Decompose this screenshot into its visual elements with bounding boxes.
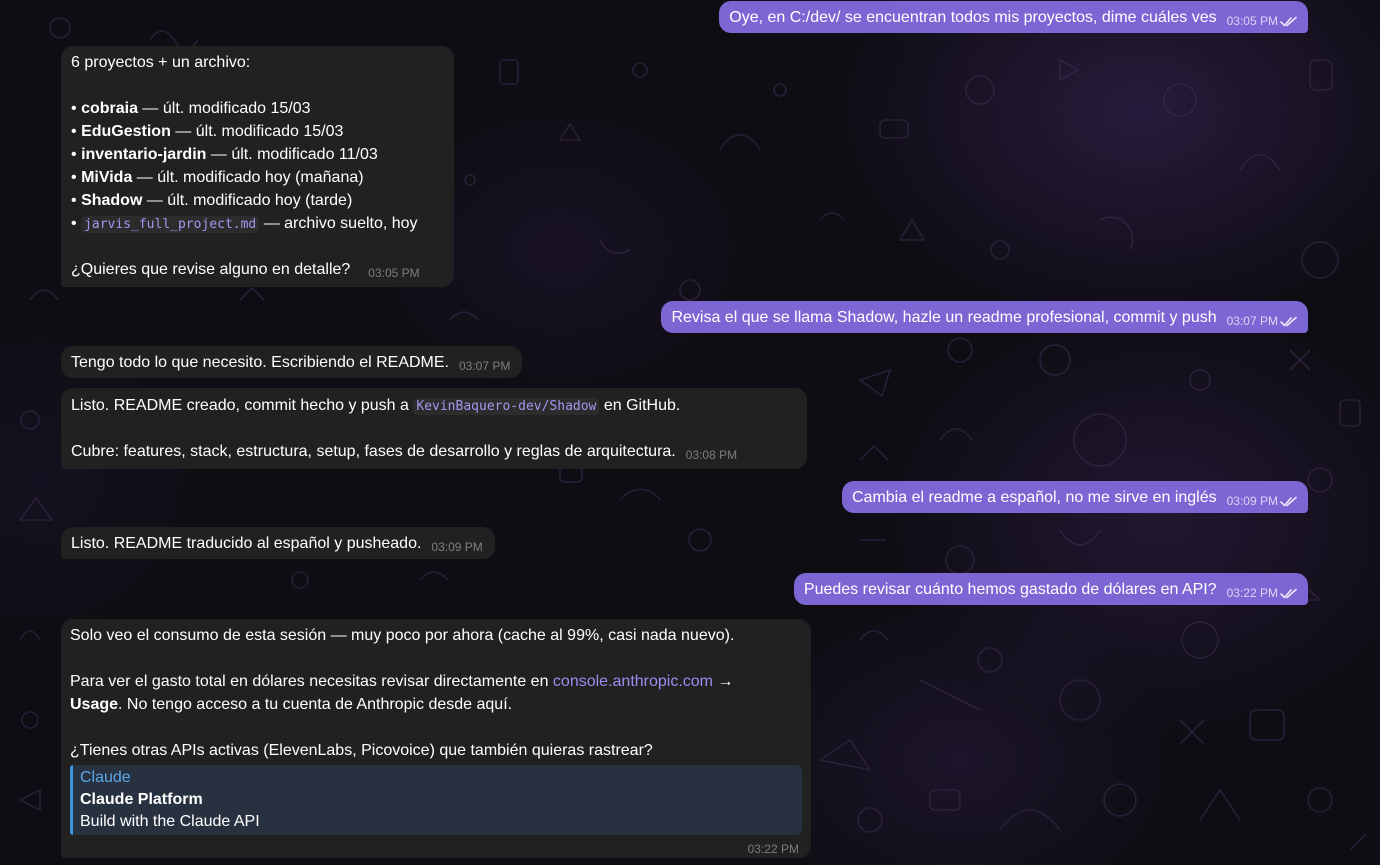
message-text: Cambia el readme a español, no me sirve … xyxy=(851,489,1217,506)
message-intro: 6 proyectos + un archivo: xyxy=(71,54,251,71)
message-text: Para ver el gasto total en dólares neces… xyxy=(70,673,553,690)
project-name: Shadow xyxy=(81,192,143,209)
message-text: Oye, en C:/dev/ se encuentran todos mis … xyxy=(729,9,1217,26)
incoming-message[interactable]: 6 proyectos + un archivo: • cobraia — úl… xyxy=(61,46,454,287)
preview-title: Claude Platform xyxy=(80,791,203,808)
incoming-message[interactable]: Tengo todo lo que necesito. Escribiendo … xyxy=(61,346,523,378)
incoming-message[interactable]: Solo veo el consumo de esta sesión — muy… xyxy=(61,619,811,858)
project-name: cobraia xyxy=(81,100,138,117)
message-text: Solo veo el consumo de esta sesión — muy… xyxy=(70,627,735,644)
message-meta: 03:09 PM xyxy=(1227,495,1298,507)
message-text: Revisa el que se llama Shadow, hazle un … xyxy=(671,309,1217,326)
outgoing-message[interactable]: Cambia el readme a español, no me sirve … xyxy=(841,481,1308,513)
message-text: ¿Tienes otras APIs activas (ElevenLabs, … xyxy=(70,742,653,759)
message-text: Listo. README traducido al español y pus… xyxy=(71,535,422,552)
bullet: • xyxy=(71,123,77,140)
message-text: . No tengo acceso a tu cuenta de Anthrop… xyxy=(118,696,513,713)
link-preview[interactable]: Claude Claude Platform Build with the Cl… xyxy=(70,765,802,835)
outgoing-message[interactable]: Puedes revisar cuánto hemos gastado de d… xyxy=(793,573,1308,605)
project-name: inventario-jardin xyxy=(81,146,207,163)
project-name: MiVida xyxy=(81,169,133,186)
bullet: • xyxy=(71,100,77,117)
message-text: en GitHub. xyxy=(599,397,681,414)
message-question: ¿Quieres que revise alguno en detalle? xyxy=(71,261,351,278)
double-check-icon xyxy=(1280,16,1297,27)
project-detail: — últ. modificado 15/03 xyxy=(170,123,344,140)
project-detail: — últ. modificado hoy (mañana) xyxy=(132,169,364,186)
project-name: EduGestion xyxy=(81,123,171,140)
list-item: • EduGestion — últ. modificado 15/03 xyxy=(71,120,442,143)
message-meta: 03:07 PM xyxy=(1227,315,1298,327)
list-item: • jarvis_full_project.md — archivo suelt… xyxy=(71,212,442,235)
list-item: • cobraia — últ. modificado 15/03 xyxy=(71,97,442,120)
inline-code[interactable]: KevinBaquero-dev/Shadow xyxy=(413,398,600,415)
timestamp: 03:22 PM xyxy=(1226,586,1278,600)
bullet: • xyxy=(71,215,77,232)
message-text: Cubre: features, stack, estructura, setu… xyxy=(71,443,676,460)
project-detail: — archivo suelto, hoy xyxy=(259,215,418,232)
timestamp: 03:09 PM xyxy=(431,540,483,554)
console-link[interactable]: console.anthropic.com xyxy=(553,673,713,690)
timestamp: 03:09 PM xyxy=(1226,494,1278,508)
message-meta: 03:22 PM xyxy=(1227,587,1298,599)
arrow-text: → xyxy=(713,673,734,690)
bullet: • xyxy=(71,169,77,186)
double-check-icon xyxy=(1280,316,1297,327)
double-check-icon xyxy=(1280,588,1297,599)
incoming-message[interactable]: Listo. README traducido al español y pus… xyxy=(61,527,495,559)
message-text: Listo. README creado, commit hecho y pus… xyxy=(71,397,414,414)
bullet: • xyxy=(71,192,77,209)
bullet: • xyxy=(71,146,77,163)
list-item: • inventario-jardin — últ. modificado 11… xyxy=(71,143,442,166)
timestamp: 03:05 PM xyxy=(368,266,420,280)
usage-label: Usage xyxy=(70,696,119,713)
inline-code[interactable]: jarvis_full_project.md xyxy=(81,216,260,233)
message-text: Puedes revisar cuánto hemos gastado de d… xyxy=(803,581,1217,598)
preview-description: Build with the Claude API xyxy=(80,813,260,830)
message-meta: 03:05 PM xyxy=(1227,15,1298,27)
project-detail: — últ. modificado hoy (tarde) xyxy=(142,192,353,209)
message-text: Tengo todo lo que necesito. Escribiendo … xyxy=(71,354,449,371)
timestamp: 03:07 PM xyxy=(1226,314,1278,328)
double-check-icon xyxy=(1280,496,1297,507)
preview-site-name: Claude xyxy=(80,769,131,786)
outgoing-message[interactable]: Revisa el que se llama Shadow, hazle un … xyxy=(661,301,1308,333)
project-detail: — últ. modificado 15/03 xyxy=(137,100,311,117)
incoming-message[interactable]: Listo. README creado, commit hecho y pus… xyxy=(61,388,807,469)
outgoing-message[interactable]: Oye, en C:/dev/ se encuentran todos mis … xyxy=(719,1,1308,33)
list-item: • Shadow — últ. modificado hoy (tarde) xyxy=(71,189,442,212)
timestamp: 03:07 PM xyxy=(459,359,511,373)
timestamp: 03:22 PM xyxy=(747,842,799,856)
list-item: • MiVida — últ. modificado hoy (mañana) xyxy=(71,166,442,189)
timestamp: 03:08 PM xyxy=(685,448,738,462)
timestamp: 03:05 PM xyxy=(1226,14,1278,28)
project-detail: — últ. modificado 11/03 xyxy=(206,146,378,163)
